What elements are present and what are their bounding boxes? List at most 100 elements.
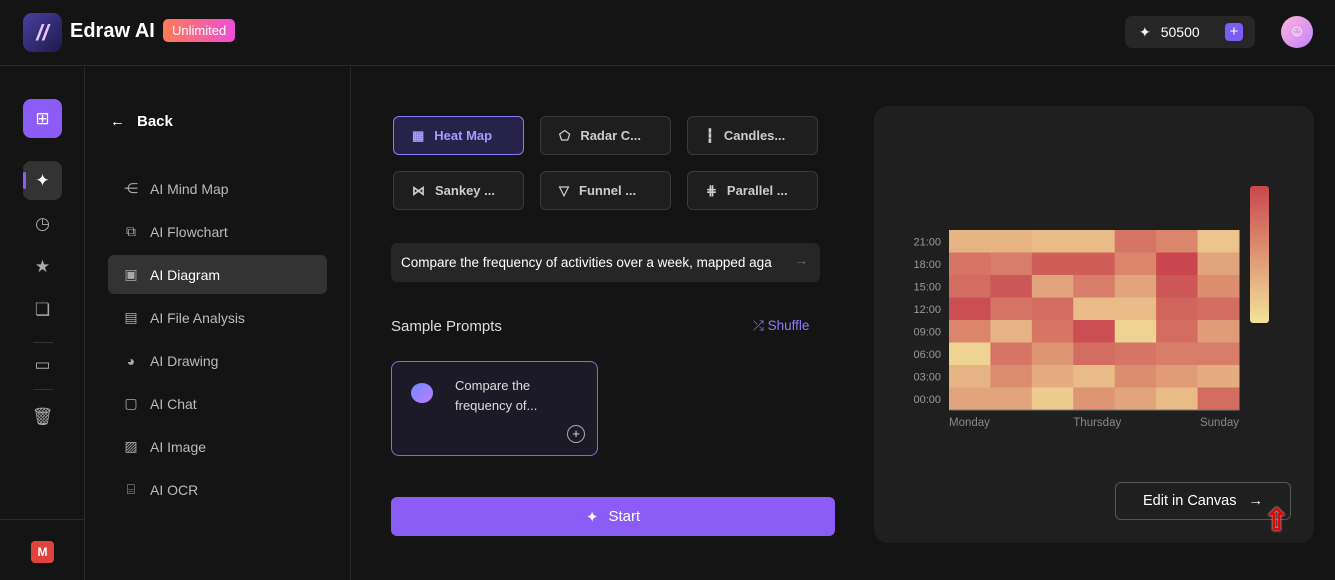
heatmap-cell (1197, 230, 1240, 253)
heatmap-cell (990, 275, 1033, 298)
heatmap-cell (949, 275, 991, 298)
sample-prompt-card[interactable]: Compare the frequency of... + (391, 361, 598, 456)
heatmap-cell (1031, 320, 1074, 343)
sidebar-item-ai-flowchart[interactable]: ⧉ AI Flowchart (108, 212, 327, 251)
trash-icon[interactable]: 🗑 (23, 397, 62, 436)
heatmap-cell (1156, 252, 1199, 276)
ocr-icon: ⌸ (126, 481, 136, 497)
sample-prompt-text: Compare the frequency of... (455, 378, 538, 413)
heatmap-cell (1031, 275, 1074, 298)
heatmap-cell (1156, 320, 1199, 343)
back-button[interactable]: ← Back (110, 113, 173, 130)
user-badge[interactable]: M (31, 541, 54, 563)
flowchart-icon: ⧉ (126, 223, 136, 239)
heatmap-chart: 21:00 18:00 15:00 12:00 09:00 06:00 03:00 00:00… (913, 186, 1269, 429)
mindmap-icon: ⋲ (124, 180, 138, 196)
edit-label: Edit in Canvas (1143, 493, 1237, 509)
top-bar: // Edraw AI Unlimited ✦ 50500 + ☺ (0, 0, 1335, 66)
sparkle-icon: ✦ (585, 508, 599, 526)
heatmap-cell (1114, 297, 1157, 321)
sidebar-item-ai-file-analysis[interactable]: ▤ AI File Analysis (108, 298, 327, 337)
heatmap-cell (1197, 252, 1240, 276)
chart-type-sankey[interactable]: ⋈ Sankey ... (393, 171, 524, 210)
sidebar-item-ai-image[interactable]: ▨ AI Image (108, 427, 327, 466)
heatmap-cell (1197, 365, 1240, 388)
sparkle-icon: ✦ (1139, 23, 1151, 40)
heatmap-cell (1031, 297, 1074, 321)
heatmap-cell (1031, 387, 1074, 411)
chart-type-heat[interactable]: ▦ Heat Map (393, 116, 524, 155)
heatmap-cell (949, 387, 991, 411)
clock-icon[interactable]: ◷ (23, 204, 62, 243)
heatmap-cell (1156, 365, 1199, 388)
prompt-input[interactable]: Compare the frequency of activities over… (391, 243, 820, 282)
chart-type-icon: ┇ (706, 127, 714, 143)
sidebar: ← Back ⋲ AI Mind Map ⧉ AI Flowchart ▣ AI Diagr… (86, 67, 351, 580)
chart-type-icon: ▦ (412, 127, 425, 143)
heatmap-cell (1114, 230, 1157, 253)
chart-type-label: Candles... (723, 128, 786, 143)
sidebar-item-label: AI File Analysis (150, 309, 245, 326)
heatmap-cell (1156, 230, 1199, 253)
heatmap-cell (990, 320, 1033, 343)
chart-type-label: Sankey ... (435, 183, 495, 198)
start-button[interactable]: ✦ Start (391, 497, 835, 536)
user-avatar[interactable]: ☺ (1281, 16, 1313, 48)
chart-type-label: Parallel ... (726, 183, 788, 198)
arrow-right-icon: → (1248, 493, 1264, 509)
heatmap-cell (1197, 320, 1240, 343)
folder-icon[interactable]: ▭ (23, 345, 62, 384)
chart-type-candles...[interactable]: ┇ Candles... (687, 116, 818, 155)
y-tick-label: 03:00 (913, 371, 941, 383)
heatmap-cell (1114, 320, 1157, 343)
sidebar-item-ai-mind-map[interactable]: ⋲ AI Mind Map (108, 169, 327, 208)
heatmap-cell (1156, 387, 1199, 411)
chart-type-funnel[interactable]: ▽ Funnel ... (540, 171, 671, 210)
plan-badge[interactable]: Unlimited (163, 19, 236, 42)
sidebar-item-ai-drawing[interactable]: ◕ AI Drawing (108, 341, 327, 380)
sidebar-item-label: AI Chat (150, 395, 197, 412)
sidebar-item-ai-diagram[interactable]: ▣ AI Diagram (108, 255, 327, 294)
y-tick-label: 21:00 (913, 236, 941, 248)
y-tick-label: 12:00 (913, 304, 941, 316)
add-icon[interactable]: + (567, 425, 585, 443)
heatmap-cell (1073, 320, 1116, 343)
shuffle-button[interactable]: ⤮ Shuffle (753, 318, 809, 334)
sidebar-item-label: AI Drawing (150, 352, 219, 369)
heatmap-cell (1114, 252, 1157, 276)
x-tick-label: Sunday (1200, 417, 1239, 429)
heatmap-cell (1073, 365, 1116, 388)
templates-icon[interactable]: ❏ (23, 290, 62, 329)
sidebar-item-label: AI OCR (150, 481, 199, 498)
sidebar-item-ai-chat[interactable]: ▢ AI Chat (108, 384, 327, 423)
heatmap-cell (1073, 230, 1116, 253)
x-tick-label: Monday (949, 417, 990, 429)
heatmap-cell (1073, 252, 1116, 276)
new-button[interactable]: ⊞ (23, 99, 62, 138)
sidebar-item-label: AI Image (150, 438, 207, 455)
ai-sparkle-icon[interactable]: ✦ (23, 161, 62, 200)
chart-type-parallel[interactable]: ⋕ Parallel ... (687, 171, 818, 210)
send-arrow-icon[interactable]: → (788, 253, 808, 268)
sidebar-item-ai-ocr[interactable]: ⌸ AI OCR (108, 470, 327, 509)
credits-display[interactable]: ✦ 50500 + (1125, 16, 1255, 48)
heatmap-cell (1156, 275, 1199, 298)
y-tick-label: 00:00 (913, 394, 941, 406)
heatmap-cell (990, 297, 1033, 321)
heatmap-cell (1073, 297, 1116, 321)
heatmap-cell (1031, 365, 1074, 388)
heatmap-cell (1197, 387, 1240, 411)
heatmap-cell (1114, 275, 1157, 298)
heatmap-cell (1156, 297, 1199, 321)
heatmap-cell (949, 365, 991, 388)
heatmap-cell (990, 252, 1033, 276)
add-credits-button[interactable]: + (1225, 23, 1243, 41)
app-logo[interactable]: // (23, 13, 62, 52)
star-icon[interactable]: ★ (23, 247, 62, 286)
color-legend-bar (1250, 186, 1269, 323)
chart-type-radar[interactable]: ⬠ Radar C... (540, 116, 671, 155)
image-icon: ▨ (124, 438, 138, 454)
chart-type-icon: ⋕ (706, 182, 717, 198)
file-analysis-icon: ▤ (124, 309, 138, 325)
divider (33, 342, 53, 343)
